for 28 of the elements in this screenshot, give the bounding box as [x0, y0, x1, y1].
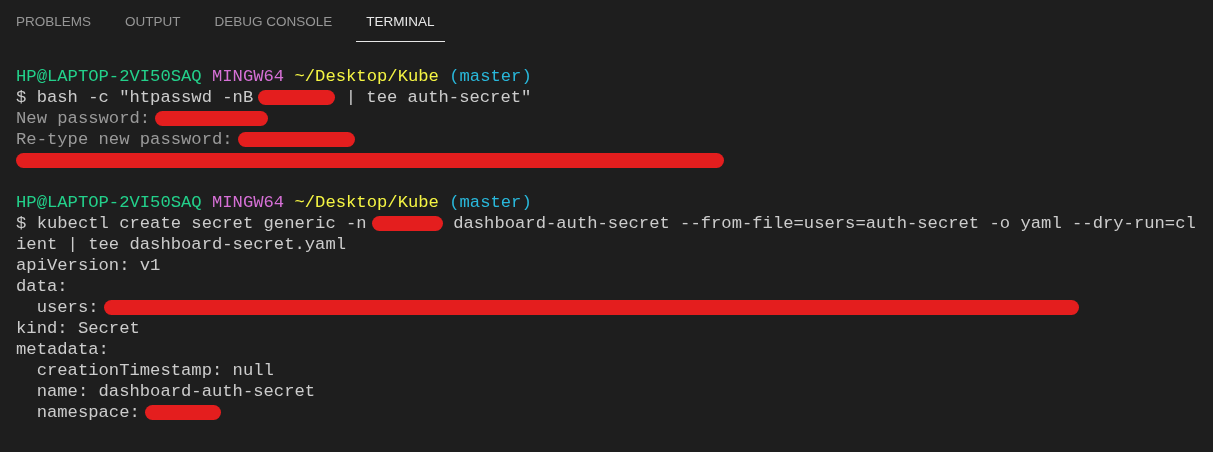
- prompt-text: Re-type new password:: [16, 129, 233, 150]
- command-text: $ kubectl create secret generic -n: [16, 213, 367, 234]
- command-text: ient | tee dashboard-secret.yaml: [16, 234, 347, 255]
- user-host: HP@LAPTOP-2VI50SAQ: [16, 66, 202, 87]
- output-text: users:: [36, 297, 99, 318]
- panel-tab[interactable]: DEBUG CONSOLE: [204, 0, 343, 42]
- command-text: $ bash -c "htpasswd -nB: [16, 87, 254, 108]
- output-text: kind: Secret: [16, 318, 140, 339]
- git-branch: (master): [449, 66, 532, 87]
- redaction-mark: [371, 216, 443, 231]
- current-path: ~/Desktop/Kube: [294, 66, 439, 87]
- panel-tab[interactable]: TERMINAL: [356, 0, 445, 42]
- prompt-text: New password:: [16, 108, 151, 129]
- output-text: name: dashboard-auth-secret: [36, 381, 316, 402]
- output-text: namespace:: [36, 402, 140, 423]
- command-text: | tee auth-secret": [345, 87, 532, 108]
- git-branch: (master): [449, 192, 532, 213]
- user-host: HP@LAPTOP-2VI50SAQ: [16, 192, 202, 213]
- output-text: apiVersion: v1: [16, 255, 161, 276]
- output-text: metadata:: [16, 339, 109, 360]
- shell-name: MINGW64: [211, 66, 285, 87]
- command-text: dashboard-auth-secret --from-file=users=auth-secret -o yaml --dry-run=cl: [453, 213, 1196, 234]
- current-path: ~/Desktop/Kube: [294, 192, 439, 213]
- output-text: creationTimestamp: null: [36, 360, 274, 381]
- shell-name: MINGW64: [211, 192, 285, 213]
- panel-tab[interactable]: PROBLEMS: [6, 0, 102, 42]
- output-text: data:: [16, 276, 68, 297]
- panel-tab[interactable]: OUTPUT: [115, 0, 191, 42]
